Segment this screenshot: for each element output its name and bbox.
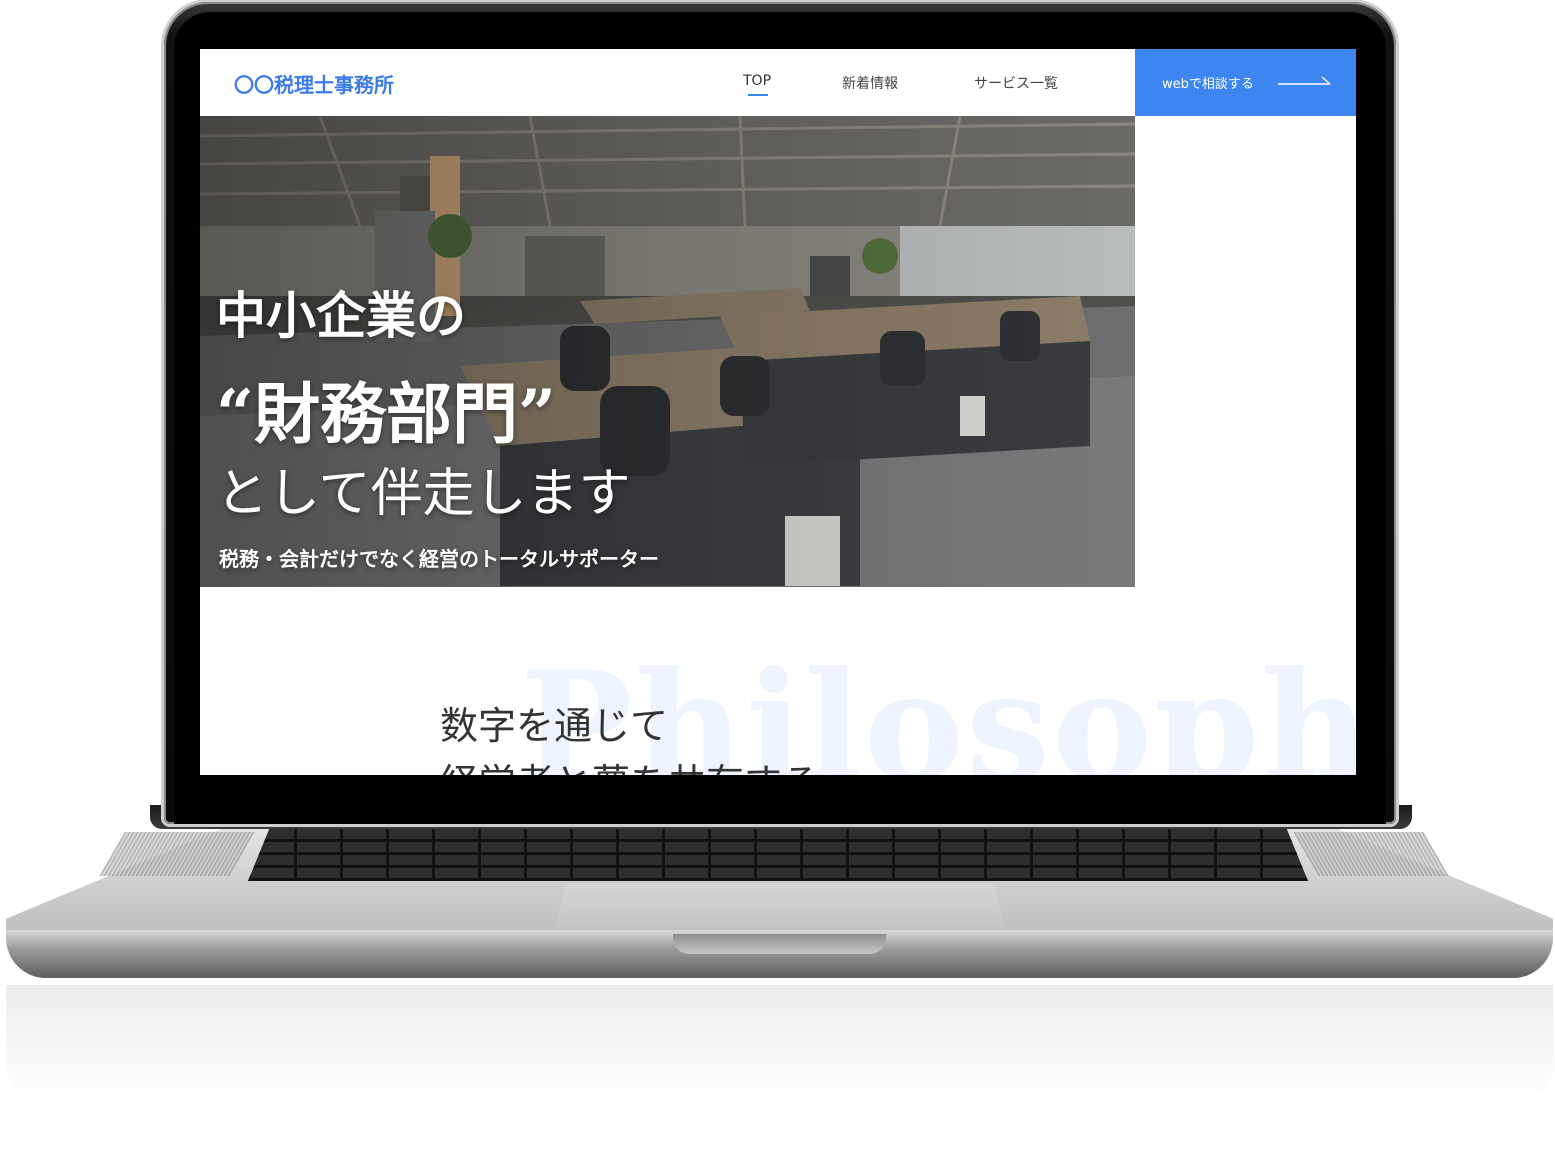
hero-heading-line2: “財務部門” xyxy=(216,375,556,453)
nav-item-services[interactable]: サービス一覧 xyxy=(974,73,1058,93)
speaker-grille-right xyxy=(1293,832,1449,876)
hero-tagline: 税務・会計だけでなく経営のトータルサポーター xyxy=(219,547,659,571)
site-logo[interactable]: 〇〇税理士事務所 xyxy=(234,69,394,98)
nav-item-news[interactable]: 新着情報 xyxy=(842,73,898,93)
hero-heading-line3: として伴走します xyxy=(216,464,631,524)
long-arrow-right-icon xyxy=(1278,76,1331,85)
laptop-reflection xyxy=(6,985,1553,1105)
trackpad xyxy=(556,884,1004,928)
keyboard xyxy=(248,829,1308,881)
nav-active-underline xyxy=(748,94,768,96)
web-consult-button[interactable]: webで相談する xyxy=(1135,49,1356,116)
laptop-screen: 〇〇税理士事務所 TOP 新着情報 サービス一覧 webで相談する 中小企業の … xyxy=(200,49,1356,775)
hero-section: 中小企業の “財務部門” として伴走します 税務・会計だけでなく経営のトータルサ… xyxy=(200,116,1135,587)
hero-heading-line1: 中小企業の xyxy=(216,286,466,345)
site-header: 〇〇税理士事務所 TOP 新着情報 サービス一覧 webで相談する xyxy=(200,49,1356,116)
laptop-notch xyxy=(673,934,886,954)
nav-item-top[interactable]: TOP xyxy=(743,73,771,89)
web-consult-label: webで相談する xyxy=(1162,77,1254,92)
philosophy-heading-line2: 経営者と夢を共有する xyxy=(440,752,820,775)
speaker-grille-left xyxy=(99,832,255,876)
philosophy-heading-line1: 数字を通じて xyxy=(440,704,669,748)
